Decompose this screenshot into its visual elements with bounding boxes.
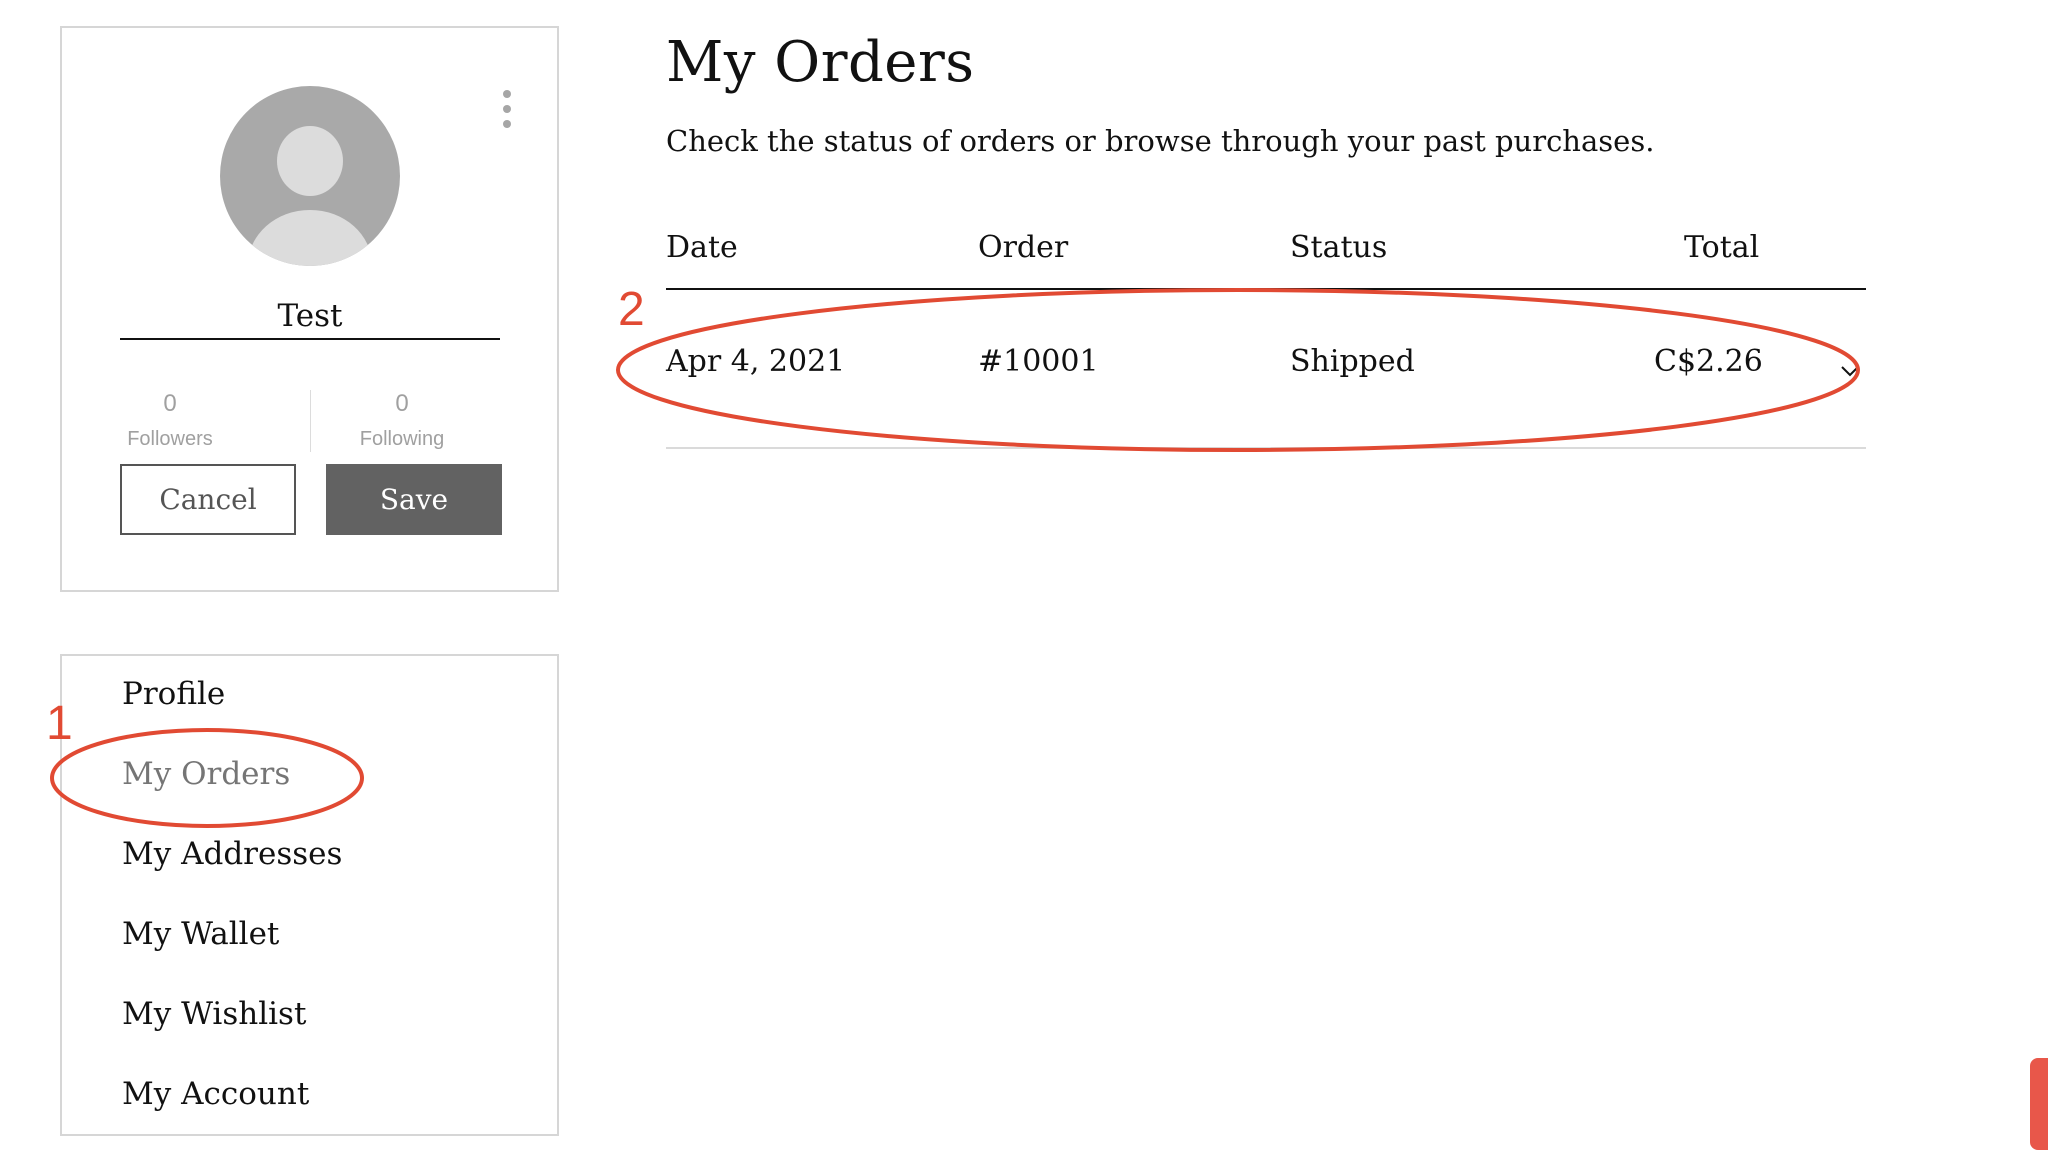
side-tab[interactable] — [2030, 1058, 2048, 1150]
save-button[interactable]: Save — [326, 464, 502, 535]
nav-item-my-account[interactable]: My Account — [122, 1076, 309, 1112]
following-stat[interactable]: 0 Following — [282, 384, 522, 454]
table-header-divider — [666, 288, 1866, 290]
username-field[interactable] — [120, 294, 500, 340]
order-number: #10001 — [978, 344, 1099, 379]
nav-item-my-addresses[interactable]: My Addresses — [122, 836, 342, 872]
more-options-icon[interactable] — [491, 88, 521, 138]
chevron-down-icon[interactable] — [1839, 360, 1861, 382]
nav-item-profile[interactable]: Profile — [122, 676, 225, 712]
followers-count: 0 — [163, 390, 177, 417]
annotation-number-1: 1 — [46, 697, 73, 750]
page-title: My Orders — [666, 30, 975, 95]
annotation-number-2: 2 — [618, 283, 645, 336]
nav-item-my-wallet[interactable]: My Wallet — [122, 916, 279, 952]
nav-item-my-wishlist[interactable]: My Wishlist — [122, 996, 306, 1032]
following-count: 0 — [395, 390, 409, 417]
following-label: Following — [359, 428, 445, 450]
profile-card: 0 Followers 0 Following Cancel Save — [60, 26, 559, 592]
page-subtitle: Check the status of orders or browse thr… — [666, 124, 1655, 158]
table-row-divider — [666, 447, 1866, 449]
order-status: Shipped — [1290, 344, 1415, 379]
order-date: Apr 4, 2021 — [666, 344, 846, 379]
column-header-order: Order — [978, 230, 1069, 265]
order-total: C$2.26 — [1654, 344, 1763, 379]
avatar-icon[interactable] — [220, 86, 400, 266]
account-nav: Profile My Orders My Addresses My Wallet… — [60, 654, 559, 1136]
column-header-total: Total — [1684, 230, 1760, 265]
cancel-button[interactable]: Cancel — [120, 464, 296, 535]
followers-label: Followers — [127, 428, 213, 450]
followers-stat[interactable]: 0 Followers — [80, 384, 260, 454]
column-header-status: Status — [1290, 230, 1388, 265]
order-row[interactable]: Apr 4, 2021 #10001 Shipped C$2.26 — [666, 330, 1866, 410]
nav-item-my-orders[interactable]: My Orders — [122, 756, 290, 792]
column-header-date: Date — [666, 230, 738, 265]
